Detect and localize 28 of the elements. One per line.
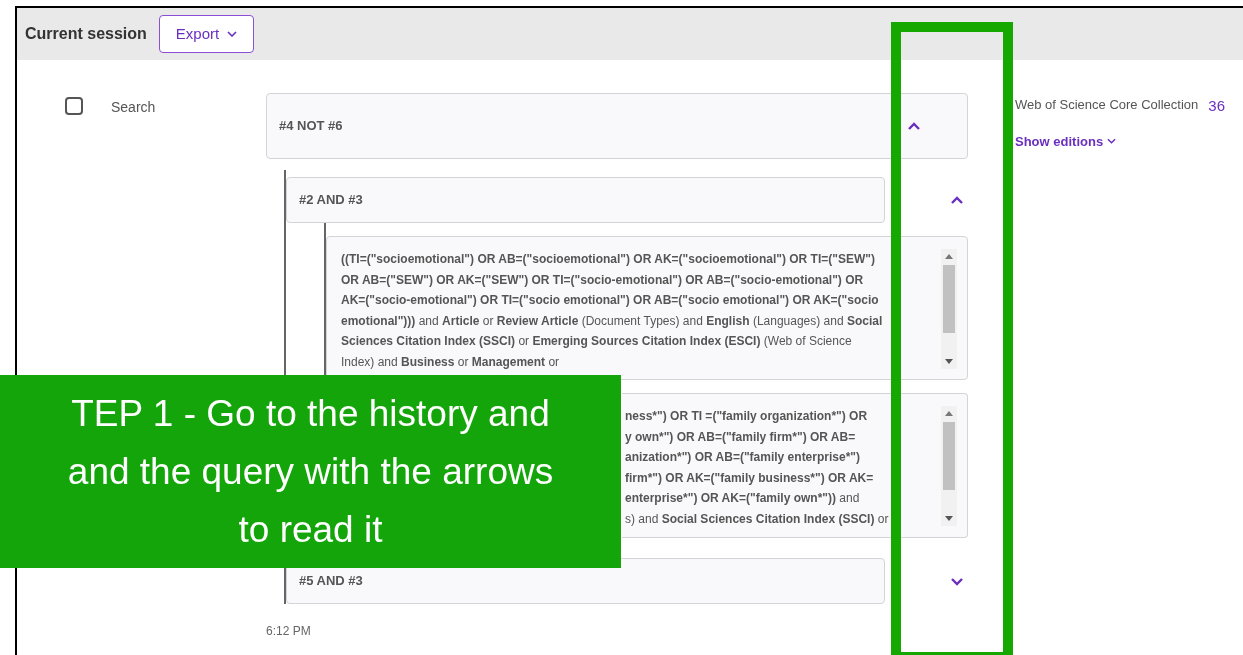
export-button[interactable]: Export — [158, 14, 255, 54]
query-text-line: y own*") OR AB=("family firm*") OR AB= — [625, 428, 857, 446]
callout-text-line: TEP 1 - Go to the history and — [71, 391, 550, 436]
query-text-line: enterprise*") OR AK=("family own*")) and — [625, 490, 861, 507]
chevron-down-icon[interactable] — [950, 576, 964, 586]
query-label: #4 NOT #6 — [279, 117, 343, 136]
query-text-line: s) and Social Sciences Citation Index (SSCI) or — [625, 510, 890, 528]
query-text-line: firm*") OR AK=("family business*") OR AK= — [625, 469, 875, 487]
query-label: #2 AND #3 — [299, 191, 363, 210]
session-title: Current session — [25, 24, 147, 44]
query-text-line: anization*") OR AB=("family enterprise*") — [625, 449, 861, 466]
chevron-down-icon — [227, 31, 238, 37]
query-label: #5 AND #3 — [299, 572, 363, 591]
search-time: 6:12 PM — [266, 623, 312, 640]
query-text-line: ness*") OR TI =("family organization*") OR — [625, 408, 869, 425]
chevron-down-icon — [1107, 138, 1117, 145]
callout-text-line: and the query with the arrows — [67, 449, 554, 494]
query-text: ((TI=("socioemotional") OR AB=("socioemotional") OR AK=("socioemotional") OR TI=("SEW") OR AB=("SEW") OR AK=("SEW") OR TI=("socio-emotional") OR AB=("socio-emotional") OR AK=("socio-emotional") OR TI=("socio emotional") OR AB=("socio emotional") OR AK=("socio emotional"))) and Article or Review Article (Document Types) and English (Languages) and Social Sciences Citation Index (SSCI) or Emerging Sources Citation Index (ESCI) (Web of Science Index) and Business or Management or — [341, 251, 884, 371]
search-label: Search — [111, 98, 156, 117]
select-checkbox[interactable] — [65, 97, 83, 115]
scrollbar[interactable] — [941, 249, 957, 369]
result-count-link[interactable]: 36 — [1208, 95, 1225, 118]
chevron-up-icon[interactable] — [907, 121, 921, 131]
scrollbar[interactable] — [941, 406, 957, 526]
show-editions-link[interactable]: Show editions — [1015, 131, 1117, 151]
collection-name: Web of Science Core Collection — [1015, 96, 1199, 114]
callout-text-line: to read it — [238, 507, 383, 552]
chevron-up-icon[interactable] — [950, 195, 964, 205]
